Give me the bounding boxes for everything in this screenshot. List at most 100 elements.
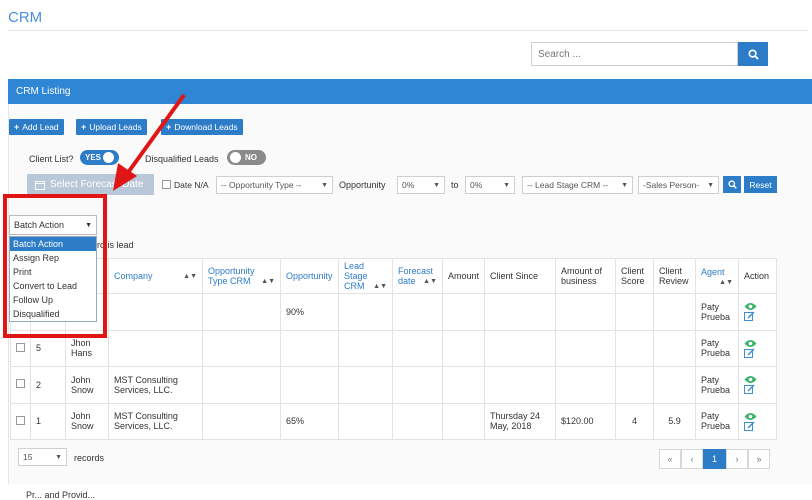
lead-stage-select[interactable]: -- Lead Stage CRM -- ▼ bbox=[522, 176, 633, 194]
opportunity-label: Opportunity bbox=[339, 180, 386, 190]
add-lead-button[interactable]: + Add Lead bbox=[9, 119, 64, 135]
edit-icon[interactable] bbox=[744, 421, 755, 432]
pagination-next[interactable]: › bbox=[726, 449, 748, 469]
search-icon bbox=[747, 48, 759, 60]
sort-icon: ▲▼ bbox=[261, 278, 275, 285]
amount-of-business-cell bbox=[555, 366, 617, 404]
pagination-prev[interactable]: ‹ bbox=[681, 449, 703, 469]
company-cell bbox=[108, 293, 203, 331]
opportunity-type-cell bbox=[202, 366, 281, 404]
pagination-page-1[interactable]: 1 bbox=[703, 449, 726, 469]
search-icon bbox=[727, 180, 737, 189]
client-review-cell bbox=[653, 366, 697, 404]
lead-stage-cell bbox=[338, 366, 393, 404]
client-review-cell bbox=[653, 329, 697, 367]
company-cell: MST Consulting Services, LLC. bbox=[108, 366, 203, 404]
row-checkbox[interactable] bbox=[16, 379, 25, 389]
client-score-cell: 4 bbox=[615, 402, 655, 440]
footer-text: Pr... and Provid... bbox=[26, 490, 96, 500]
caret-down-icon: ▼ bbox=[55, 453, 62, 461]
header-lead-stage[interactable]: Lead Stage CRM ▲▼ bbox=[338, 258, 393, 294]
edit-icon[interactable] bbox=[744, 384, 755, 395]
opportunity-from-select[interactable]: 0% ▼ bbox=[397, 176, 445, 194]
caret-down-icon: ▼ bbox=[621, 181, 628, 189]
eye-icon[interactable] bbox=[744, 412, 757, 421]
eye-icon[interactable] bbox=[744, 302, 757, 311]
opportunity-to-value: 0% bbox=[470, 180, 483, 190]
opportunity-type-value: -- Opportunity Type -- bbox=[221, 180, 302, 190]
eye-icon[interactable] bbox=[744, 375, 757, 384]
lead-stage-cell bbox=[338, 329, 393, 367]
disqualified-toggle-label: NO bbox=[245, 153, 257, 162]
client-since-cell: Thursday 24 May, 2018 bbox=[484, 402, 557, 440]
row-checkbox[interactable] bbox=[16, 415, 25, 425]
per-page-select[interactable]: 15 ▼ bbox=[18, 448, 67, 466]
header-agent[interactable]: Agent ▲▼ bbox=[695, 258, 740, 294]
search-input[interactable] bbox=[531, 42, 738, 66]
client-list-label: Client List? bbox=[29, 154, 74, 164]
amount-of-business-cell: $120.00 bbox=[555, 402, 617, 440]
disqualified-toggle[interactable]: NO bbox=[227, 150, 266, 165]
lead-stage-value: -- Lead Stage CRM -- bbox=[527, 180, 609, 190]
to-label: to bbox=[451, 180, 459, 190]
client-review-cell: 5.9 bbox=[653, 402, 697, 440]
company-cell: MST Consulting Services, LLC. bbox=[108, 402, 203, 440]
toggle-knob bbox=[230, 152, 241, 163]
sort-icon: ▲▼ bbox=[183, 273, 197, 280]
table-header-row: Company ▲▼ Opportunity Type CRM ▲▼ Opportu… bbox=[10, 258, 778, 294]
header-company[interactable]: Company ▲▼ bbox=[108, 258, 203, 294]
header-opportunity-type[interactable]: Opportunity Type CRM ▲▼ bbox=[202, 258, 281, 294]
sales-person-value: -Sales Person- bbox=[643, 180, 700, 190]
header-forecast-date[interactable]: Forecast date ▲▼ bbox=[392, 258, 443, 294]
row-checkbox[interactable] bbox=[16, 342, 25, 352]
opportunity-cell bbox=[280, 329, 339, 367]
edit-icon[interactable] bbox=[744, 311, 755, 322]
forecast-date-cell bbox=[392, 366, 443, 404]
client-since-cell bbox=[484, 329, 557, 367]
action-cell bbox=[738, 402, 778, 440]
opportunity-from-value: 0% bbox=[402, 180, 415, 190]
pagination-last[interactable]: » bbox=[748, 449, 770, 469]
action-cell bbox=[738, 366, 778, 404]
action-cell bbox=[738, 329, 778, 367]
amount-cell bbox=[441, 293, 486, 331]
amount-cell bbox=[441, 366, 486, 404]
amount-of-business-cell bbox=[555, 329, 617, 367]
agent-cell: Paty Prueba bbox=[695, 329, 740, 367]
client-score-cell bbox=[615, 293, 655, 331]
opportunity-type-select[interactable]: -- Opportunity Type -- ▼ bbox=[216, 176, 333, 194]
opportunity-cell: 90% bbox=[280, 293, 339, 331]
header-action: Action bbox=[738, 258, 778, 294]
client-review-cell bbox=[653, 293, 697, 331]
caret-down-icon: ▼ bbox=[321, 181, 328, 189]
per-page-value: 15 bbox=[23, 452, 33, 462]
opportunity-type-cell bbox=[202, 402, 281, 440]
sort-icon: ▲▼ bbox=[719, 278, 734, 286]
reset-button[interactable]: Reset bbox=[744, 176, 777, 193]
opportunity-type-cell bbox=[202, 293, 281, 331]
caret-down-icon: ▼ bbox=[707, 181, 714, 189]
filter-search-button[interactable] bbox=[723, 176, 741, 193]
opportunity-cell bbox=[280, 366, 339, 404]
plus-icon: + bbox=[81, 122, 87, 132]
action-cell bbox=[738, 293, 778, 331]
row-checkbox-cell bbox=[10, 366, 31, 404]
page-title: CRM bbox=[8, 9, 43, 26]
pagination-first[interactable]: « bbox=[659, 449, 681, 469]
sales-person-select[interactable]: -Sales Person- ▼ bbox=[638, 176, 719, 194]
opportunity-to-select[interactable]: 0% ▼ bbox=[465, 176, 515, 194]
title-divider bbox=[8, 30, 808, 31]
lead-stage-cell bbox=[338, 402, 393, 440]
agent-cell: Paty Prueba bbox=[695, 366, 740, 404]
sort-icon: ▲▼ bbox=[373, 283, 387, 290]
header-amount: Amount bbox=[441, 258, 486, 294]
client-since-cell bbox=[484, 293, 557, 331]
header-client-review: Client Review bbox=[653, 258, 697, 294]
table-row: 90% Paty Prueba bbox=[10, 293, 778, 331]
table-row: 5 Jhon Hans Paty Prueba bbox=[10, 329, 778, 367]
header-opportunity[interactable]: Opportunity bbox=[280, 258, 339, 294]
search-button[interactable] bbox=[738, 42, 768, 66]
header-client-since: Client Since bbox=[484, 258, 557, 294]
eye-icon[interactable] bbox=[744, 339, 757, 348]
edit-icon[interactable] bbox=[744, 348, 755, 359]
